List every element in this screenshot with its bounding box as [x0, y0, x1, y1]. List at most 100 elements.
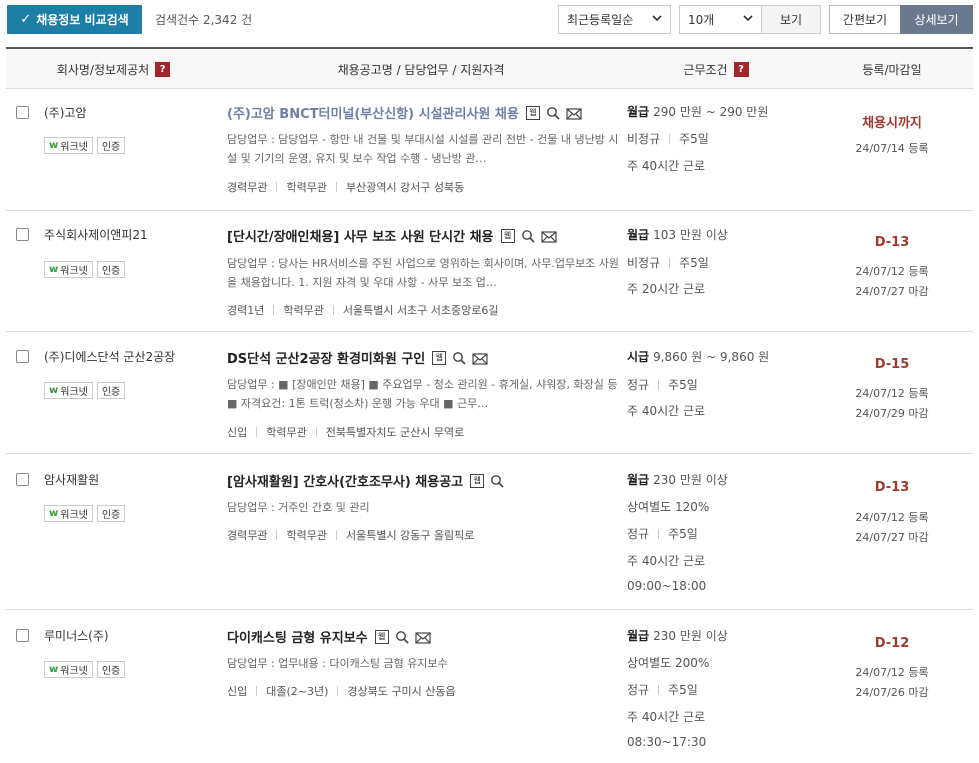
per-page-select-value: 10개 — [688, 13, 715, 27]
job-title[interactable]: (주)고암 BNCT터미널(부산신항) 시설관리사원 채용 웹 — [227, 103, 582, 122]
job-title[interactable]: 다이캐스팅 금형 유지보수 웹 — [227, 627, 431, 646]
job-title-text[interactable]: [단시간/장애인채용] 사무 보조 사원 단시간 채용 — [227, 226, 494, 245]
search-icon[interactable] — [452, 351, 466, 365]
cert-badge: 인증 — [96, 261, 126, 278]
work-hours: 주 20시간 근로 — [627, 282, 706, 296]
salary-type: 월급 — [627, 228, 650, 242]
career-requirement: 경력1년 — [227, 304, 265, 317]
company-name[interactable]: (주)디에스단석 군산2공장 — [44, 348, 175, 365]
work-location: 경상북도 구미시 산동읍 — [328, 683, 455, 699]
employment-type: 비정규 주5일 — [627, 130, 709, 147]
worknet-label: 워크넷 — [60, 266, 88, 277]
row-checkbox[interactable] — [16, 350, 29, 363]
simple-view-button[interactable]: 간편보기 — [829, 5, 901, 34]
work-hours: 주 40시간 근로 — [627, 159, 706, 173]
salary-type: 월급 — [627, 629, 650, 643]
mail-apply-icon[interactable] — [566, 106, 582, 120]
company-name[interactable]: 루미너스(주) — [44, 627, 109, 644]
job-meta: 신입 대졸(2~3년) 경상북도 구미시 산동읍 — [227, 683, 456, 699]
table-header: 회사명/정보제공처 ? 채용공고명 / 담당업무 / 지원자격 근무조건 ? 등… — [6, 47, 973, 89]
column-header-title-label: 채용공고명 / 담당업무 / 지원자격 — [337, 62, 505, 77]
search-icon[interactable] — [490, 474, 504, 488]
salary-type: 시급 — [627, 350, 650, 364]
job-title-text[interactable]: [암사재활원] 간호사(간호조무사) 채용공고 — [227, 471, 463, 490]
row-checkbox[interactable] — [16, 629, 29, 642]
web-apply-icon[interactable]: 웹 — [374, 629, 389, 644]
search-icon[interactable] — [395, 630, 409, 644]
worknet-icon: w — [49, 264, 59, 275]
salary-value: 290 만원 ~ 290 만원 — [653, 105, 769, 119]
chevron-down-icon — [652, 15, 662, 22]
employment-type: 정규 주5일 — [627, 525, 698, 542]
work-location: 부산광역시 강서구 성북동 — [327, 179, 464, 195]
job-meta: 경력무관 학력무관 서울특별시 강동구 올림픽로 — [227, 527, 474, 543]
help-icon[interactable]: ? — [155, 61, 171, 77]
deadline-status: D-12 — [874, 636, 910, 651]
bonus: 상여별도 200% — [627, 656, 710, 670]
worknet-badge: w 워크넷 — [44, 137, 93, 154]
company-name[interactable]: 주식회사제이앤피21 — [44, 226, 148, 243]
contract-type: 정규 — [627, 527, 650, 541]
salary: 월급 290 만원 ~ 290 만원 — [627, 103, 768, 120]
work-days: 주5일 — [660, 130, 709, 147]
contract-type: 비정규 — [627, 132, 661, 146]
web-apply-icon[interactable]: 웹 — [525, 105, 540, 120]
web-apply-icon[interactable]: 웹 — [500, 228, 515, 243]
company-name[interactable]: (주)고암 — [44, 104, 86, 121]
work-hours: 주 40시간 근로 — [627, 554, 706, 568]
row-checkbox[interactable] — [16, 473, 29, 486]
work-location: 전북특별자치도 군산시 무역로 — [307, 424, 465, 440]
worknet-label: 워크넷 — [60, 387, 88, 398]
job-duty: 담당업무 : 업무내용 : 다이캐스팅 금형 유지보수 — [227, 657, 448, 670]
registered-date: 24/07/12 등록 — [855, 387, 929, 400]
compare-search-label: 채용정보 비교검색 — [36, 13, 129, 27]
company-name[interactable]: 암사재활원 — [44, 471, 99, 488]
search-icon[interactable] — [521, 229, 535, 243]
column-header-conditions-label: 근무조건 — [683, 62, 728, 77]
badge-group: w 워크넷 인증 — [44, 261, 126, 278]
chevron-down-icon — [743, 15, 753, 22]
employment-type: 비정규 주5일 — [627, 254, 709, 271]
contract-type: 비정규 — [627, 256, 661, 270]
job-title-text[interactable]: DS단석 군산2공장 환경미화원 구인 — [227, 348, 425, 367]
employment-type: 정규 주5일 — [627, 681, 698, 698]
row-checkbox[interactable] — [16, 106, 29, 119]
work-location: 서울특별시 서초구 서초중앙로6길 — [324, 302, 499, 318]
worknet-badge: w 워크넷 — [44, 261, 93, 278]
education-requirement: 학력무관 — [267, 179, 326, 195]
help-icon[interactable]: ? — [733, 61, 749, 77]
salary: 월급 230 만원 이상 — [627, 471, 728, 488]
job-meta: 신입 학력무관 전북특별자치도 군산시 무역로 — [227, 424, 464, 440]
web-apply-icon[interactable]: 웹 — [470, 473, 485, 488]
column-header-conditions: 근무조건 ? — [621, 49, 811, 89]
mail-apply-icon[interactable] — [472, 351, 488, 365]
column-header-date-label: 등록/마감일 — [862, 62, 922, 77]
detail-view-button[interactable]: 상세보기 — [900, 5, 973, 34]
salary: 시급 9,860 원 ~ 9,860 원 — [627, 348, 769, 365]
mail-apply-icon[interactable] — [415, 630, 431, 644]
deadline-date: 24/07/27 마감 — [855, 285, 929, 298]
table-row: (주)디에스단석 군산2공장 w 워크넷 인증 DS단석 군산2공장 환경미화원 … — [6, 332, 973, 454]
per-page-select[interactable]: 10개 — [679, 5, 762, 34]
deadline-status: D-13 — [874, 235, 910, 250]
compare-search-button[interactable]: ✓ 채용정보 비교검색 — [7, 5, 142, 34]
deadline-status: D-13 — [874, 480, 910, 495]
badge-group: w 워크넷 인증 — [44, 137, 126, 154]
salary-type: 월급 — [627, 105, 650, 119]
view-button[interactable]: 보기 — [761, 5, 821, 34]
row-checkbox[interactable] — [16, 228, 29, 241]
job-title-text[interactable]: 다이캐스팅 금형 유지보수 — [227, 627, 368, 646]
job-title[interactable]: DS단석 군산2공장 환경미화원 구인 웹 — [227, 348, 488, 367]
web-apply-icon[interactable]: 웹 — [432, 350, 447, 365]
job-title-text[interactable]: (주)고암 BNCT터미널(부산신항) 시설관리사원 채용 — [227, 103, 519, 122]
worknet-icon: w — [49, 140, 59, 151]
result-count: 검색건수 2,342 건 — [155, 13, 253, 27]
cert-badge: 인증 — [96, 137, 126, 154]
search-icon[interactable] — [546, 106, 560, 120]
registered-date: 24/07/12 등록 — [855, 666, 929, 679]
job-title[interactable]: [단시간/장애인채용] 사무 보조 사원 단시간 채용 웹 — [227, 226, 557, 245]
job-title[interactable]: [암사재활원] 간호사(간호조무사) 채용공고 웹 — [227, 471, 504, 490]
sort-select[interactable]: 최근등록일순 — [558, 5, 671, 34]
mail-apply-icon[interactable] — [540, 229, 557, 243]
deadline-date: 24/07/29 마감 — [855, 407, 929, 420]
